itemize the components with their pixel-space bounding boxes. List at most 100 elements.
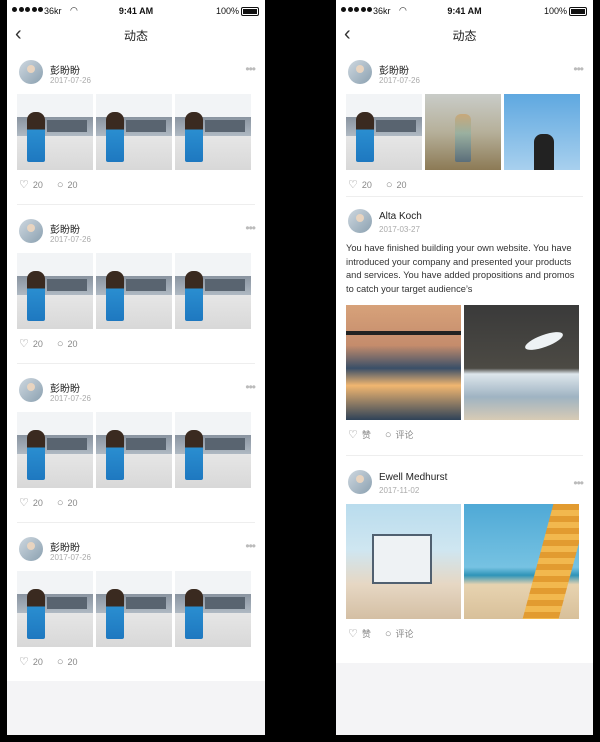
comment-button[interactable]: ○ 评论: [385, 627, 414, 640]
post-photo[interactable]: [96, 571, 172, 647]
post-photo[interactable]: [175, 253, 251, 329]
avatar[interactable]: [19, 537, 43, 561]
heart-icon: ♡: [19, 338, 29, 350]
more-icon[interactable]: •••: [245, 380, 256, 394]
like-count: 20: [361, 179, 372, 190]
like-button[interactable]: ♡ 赞: [348, 428, 371, 441]
post-author[interactable]: 彭盼盼: [50, 221, 80, 236]
battery-percent: 100%: [543, 6, 567, 16]
comment-icon: ○: [56, 337, 64, 350]
comment-count: 20: [67, 338, 78, 349]
comment-button[interactable]: ○ 20: [57, 338, 78, 350]
comment-button[interactable]: ○ 20: [386, 179, 407, 191]
photo-grid: [17, 253, 251, 329]
post-date: 2017-07-26: [50, 76, 91, 85]
nav-bar: ‹ 动态: [336, 24, 593, 46]
post-author[interactable]: 彭盼盼: [50, 62, 80, 77]
more-icon[interactable]: •••: [573, 62, 584, 76]
post-photo[interactable]: [17, 253, 93, 329]
like-count: 20: [32, 497, 43, 508]
status-bar: 36kr ◠ 9:41 AM 100%: [7, 0, 265, 24]
photo-grid: [346, 305, 579, 420]
photo-grid: [346, 94, 580, 170]
comment-icon: ○: [56, 178, 64, 191]
post-date: 2017-07-26: [379, 76, 420, 85]
like-label: 赞: [361, 629, 371, 639]
post-photo[interactable]: [96, 412, 172, 488]
post-actions: ♡ 20 ○ 20: [19, 178, 78, 192]
comment-button[interactable]: ○ 评论: [385, 428, 414, 441]
like-count: 20: [32, 338, 43, 349]
post-photo[interactable]: [346, 305, 461, 420]
post-photo[interactable]: [346, 504, 461, 619]
comment-icon: ○: [385, 178, 393, 191]
feed-post[interactable]: 彭盼盼 2017-07-26 ••• ♡ 20 ○ 20: [17, 523, 256, 682]
like-button[interactable]: ♡ 20: [348, 178, 372, 191]
feed-post[interactable]: Ewell Medhurst 2017-11-02 ••• ♡ 赞 ○ 评论: [346, 456, 584, 652]
feed-post[interactable]: Alta Koch 2017-03-27 You have finished b…: [346, 197, 583, 456]
avatar[interactable]: [19, 60, 43, 84]
nav-bar: ‹ 动态: [7, 24, 265, 46]
battery-icon: [569, 7, 587, 16]
post-photo[interactable]: [464, 504, 579, 619]
like-button[interactable]: ♡ 20: [19, 337, 43, 350]
post-date: 2017-07-26: [50, 235, 91, 244]
post-photo[interactable]: [96, 94, 172, 170]
battery-percent: 100%: [215, 6, 239, 16]
avatar[interactable]: [348, 60, 372, 84]
feed-post[interactable]: 彭盼盼 2017-07-26 ••• ♡ 20 ○ 20: [17, 46, 256, 205]
comment-label: 评论: [395, 629, 414, 639]
more-icon[interactable]: •••: [245, 62, 256, 76]
post-photo[interactable]: [175, 94, 251, 170]
comment-icon: ○: [56, 496, 64, 509]
post-author[interactable]: Ewell Medhurst: [379, 472, 447, 483]
comment-count: 20: [67, 179, 78, 190]
comment-button[interactable]: ○ 20: [57, 656, 78, 668]
post-date: 2017-11-02: [379, 486, 420, 495]
post-author[interactable]: Alta Koch: [379, 211, 422, 222]
like-button[interactable]: ♡ 20: [19, 178, 43, 191]
post-author[interactable]: 彭盼盼: [50, 539, 80, 554]
more-icon[interactable]: •••: [573, 476, 584, 490]
like-button[interactable]: ♡ 20: [19, 655, 43, 668]
avatar[interactable]: [348, 209, 372, 233]
post-photo[interactable]: [17, 571, 93, 647]
post-photo[interactable]: [346, 94, 422, 170]
like-button[interactable]: ♡ 赞: [348, 627, 371, 640]
post-photo[interactable]: [17, 412, 93, 488]
photo-grid: [17, 412, 251, 488]
feed-post[interactable]: 彭盼盼 2017-07-26 ••• ♡ 20 ○ 20: [17, 364, 256, 523]
more-icon[interactable]: •••: [245, 221, 256, 235]
bottom-area: [336, 663, 593, 735]
photo-grid: [346, 504, 579, 619]
like-button[interactable]: ♡ 20: [19, 496, 43, 509]
post-photo[interactable]: [464, 305, 579, 420]
avatar[interactable]: [19, 378, 43, 402]
post-text: You have finished building your own webs…: [346, 243, 575, 294]
post-photo[interactable]: [96, 253, 172, 329]
like-count: 20: [32, 656, 43, 667]
post-photo[interactable]: [504, 94, 580, 170]
comment-button[interactable]: ○ 20: [57, 179, 78, 191]
post-author[interactable]: 彭盼盼: [379, 62, 409, 77]
feed-post[interactable]: 彭盼盼 2017-07-26 ••• ♡ 20 ○ 20: [17, 205, 256, 364]
post-author[interactable]: 彭盼盼: [50, 380, 80, 395]
avatar[interactable]: [348, 470, 372, 494]
comment-icon: ○: [56, 655, 64, 668]
photo-grid: [17, 94, 251, 170]
post-photo[interactable]: [17, 94, 93, 170]
post-photo[interactable]: [175, 571, 251, 647]
heart-icon: ♡: [19, 179, 29, 191]
like-count: 20: [32, 179, 43, 190]
heart-icon: ♡: [348, 429, 358, 441]
bottom-area: [7, 681, 265, 735]
avatar[interactable]: [19, 219, 43, 243]
comment-button[interactable]: ○ 20: [57, 497, 78, 509]
more-icon[interactable]: •••: [245, 539, 256, 553]
feed-post[interactable]: 彭盼盼 2017-07-26 ••• ♡ 20 ○ 20: [346, 46, 584, 197]
post-actions: ♡ 20 ○ 20: [348, 178, 407, 192]
phone-screen-right: 36kr ◠ 9:41 AM 100% ‹ 动态 彭盼盼 2017-07-26 …: [336, 0, 593, 735]
post-date: 2017-07-26: [50, 394, 91, 403]
post-photo[interactable]: [175, 412, 251, 488]
post-photo[interactable]: [425, 94, 501, 170]
